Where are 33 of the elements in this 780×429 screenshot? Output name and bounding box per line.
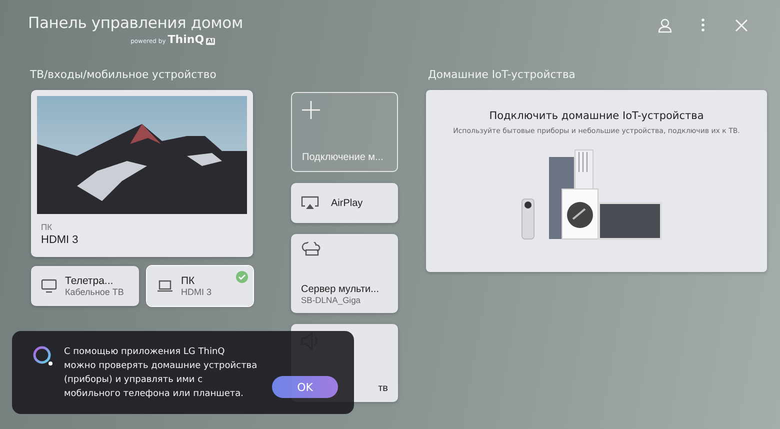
iot-title: Подключить домашние IoT-устройства xyxy=(489,110,704,122)
input-name: ПК xyxy=(181,275,196,287)
device-source: SB-DLNA_Giga xyxy=(301,295,362,305)
device-name: тв xyxy=(378,383,388,394)
thinq-ring-icon xyxy=(32,345,54,367)
input-tile[interactable]: ПК HDMI 3 xyxy=(147,266,253,306)
cloud-server-icon xyxy=(301,242,321,256)
source-type-label: ПК xyxy=(41,222,54,232)
brand-name: ThinQ xyxy=(168,33,204,46)
tv-icon xyxy=(41,279,57,293)
input-tile[interactable]: Телетра... Кабельное ТВ xyxy=(31,266,139,306)
check-icon xyxy=(236,271,248,283)
page-title: Панель управления домом xyxy=(28,14,243,32)
close-icon xyxy=(734,18,748,32)
device-name: AirPlay xyxy=(331,198,363,208)
current-source-card[interactable]: ПК HDMI 3 xyxy=(31,90,253,257)
input-source: Кабельное ТВ xyxy=(65,287,124,297)
input-name: Телетра... xyxy=(65,275,114,287)
laptop-icon xyxy=(157,280,173,292)
input-source: HDMI 3 xyxy=(181,287,212,297)
device-name: Подключение м... xyxy=(302,152,384,163)
device-tile[interactable]: Сервер мульти... SB-DLNA_Giga xyxy=(291,234,398,313)
section-heading: Домашние IoT-устройства xyxy=(428,68,576,81)
profile-button[interactable] xyxy=(656,16,674,34)
source-name: HDMI 3 xyxy=(41,234,80,246)
more-icon xyxy=(701,18,705,32)
device-name: Сервер мульти... xyxy=(301,284,379,295)
section-heading: ТВ/входы/мобильное устройство xyxy=(30,68,218,81)
plus-icon xyxy=(302,101,320,119)
airplay-icon xyxy=(301,196,319,210)
profile-icon xyxy=(658,18,672,32)
notification-message: С помощью приложения LG ThinQ можно проверять домашние устройства (приборы) и управлять ими с мобильного телефона или планшета. xyxy=(64,346,258,400)
device-tile[interactable]: AirPlay xyxy=(291,183,398,223)
